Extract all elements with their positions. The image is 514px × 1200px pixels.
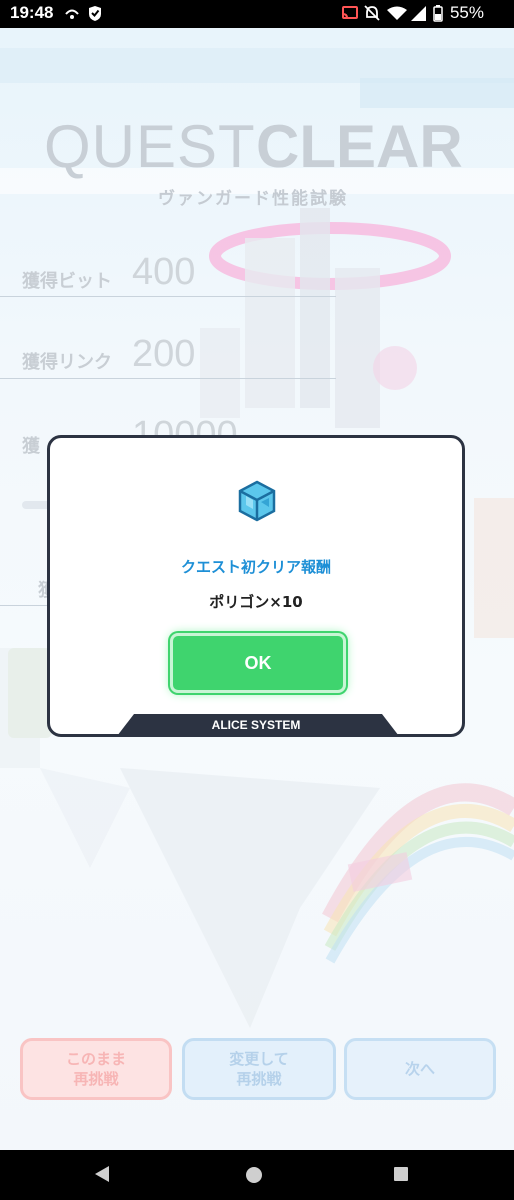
- retry-same-button[interactable]: このまま 再挑戦: [20, 1038, 172, 1100]
- reward-dialog: クエスト初クリア報酬 ポリゴン×10 OK ALICE SYSTEM: [47, 435, 465, 737]
- retry-change-button[interactable]: 変更して 再挑戦: [182, 1038, 336, 1100]
- stat-value-links: 200: [132, 333, 196, 375]
- stat-label-bits: 獲得ビット: [22, 271, 112, 292]
- result-title-clear: CLEAR: [256, 113, 463, 180]
- signal-icon: [411, 6, 426, 21]
- quest-name: ヴァンガード性能試験: [158, 189, 348, 209]
- status-time: 19:48: [10, 3, 54, 22]
- stat-label-links: 獲得リンク: [22, 352, 112, 373]
- battery-percent: 55%: [449, 3, 484, 22]
- notifications-off-icon: [364, 5, 380, 21]
- reward-title: クエスト初クリア報酬: [180, 558, 331, 576]
- navigation-bar: [0, 1150, 514, 1200]
- cast-icon: [342, 6, 358, 19]
- battery-icon: [433, 5, 443, 22]
- reward-item: ポリゴン×10: [209, 593, 303, 611]
- stat-value-bits: 400: [132, 251, 196, 293]
- system-label: ALICE SYSTEM: [211, 718, 301, 732]
- ok-button[interactable]: OK: [170, 633, 346, 693]
- stat-label-exp: 獲: [22, 436, 40, 457]
- divider: [0, 296, 336, 297]
- character-card: [8, 648, 52, 738]
- next-button[interactable]: 次へ: [344, 1038, 496, 1100]
- polygon-cube-icon: [238, 480, 276, 522]
- wifi-icon: [387, 6, 407, 20]
- status-bar: 19:48 55%: [0, 0, 514, 28]
- back-icon[interactable]: [94, 1165, 110, 1183]
- home-icon[interactable]: [245, 1166, 263, 1184]
- divider: [0, 378, 336, 379]
- shield-icon: [89, 6, 101, 21]
- recents-icon[interactable]: [393, 1166, 409, 1182]
- result-title-quest: QUEST: [44, 113, 256, 180]
- wifi-calling-icon: [65, 9, 79, 19]
